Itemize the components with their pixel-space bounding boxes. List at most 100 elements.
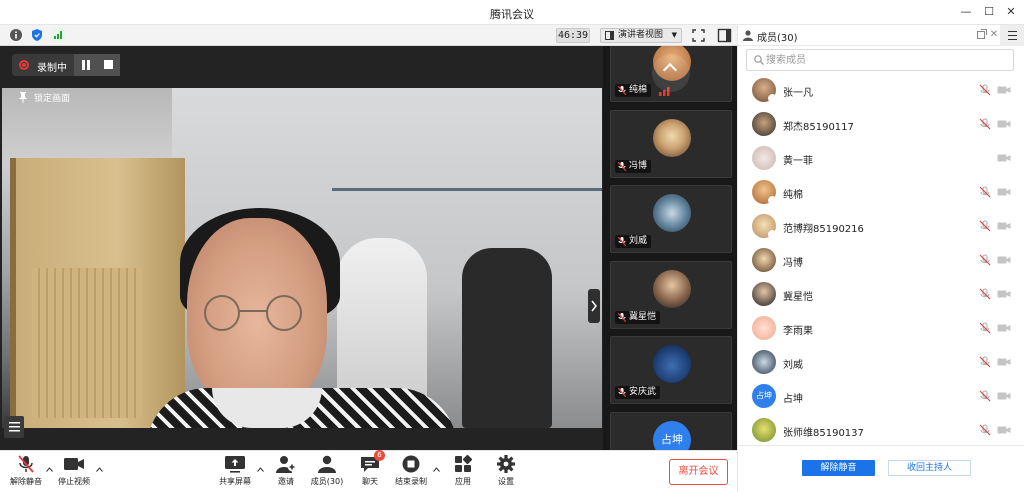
thumbnail-tile[interactable]: 冯博: [610, 110, 732, 178]
chevron-up-icon[interactable]: [433, 467, 440, 472]
apps-label: 应用: [455, 477, 471, 486]
lock-view-label: 锁定画面: [34, 94, 71, 104]
settings-button[interactable]: 设置: [493, 454, 519, 487]
thumbnail-tile[interactable]: 安庆武: [610, 336, 732, 404]
member-row[interactable]: 张师维85190137: [738, 413, 1024, 445]
member-row[interactable]: 冀星恺: [738, 277, 1024, 311]
member-row[interactable]: 郑杰85190117: [738, 107, 1024, 141]
camera-off-icon[interactable]: [997, 153, 1011, 163]
recording-label: 录制中: [37, 63, 67, 74]
camera-off-icon[interactable]: [997, 357, 1011, 367]
speaker-video[interactable]: [2, 88, 602, 428]
mic-muted-icon[interactable]: [979, 118, 991, 130]
end-recording-button[interactable]: 结束录制: [392, 454, 430, 487]
view-mode-label: 演讲者视图: [618, 30, 664, 40]
camera-off-icon[interactable]: [997, 119, 1011, 129]
member-row[interactable]: 张一凡: [738, 73, 1024, 107]
camera-off-icon[interactable]: [997, 391, 1011, 401]
mic-muted-icon[interactable]: [979, 390, 991, 402]
thumbnail-tile[interactable]: 刘威: [610, 185, 732, 253]
member-name: 纯棉: [783, 190, 803, 201]
member-row[interactable]: 黄一菲: [738, 141, 1024, 175]
member-name: 张一凡: [783, 88, 813, 99]
view-mode-dropdown[interactable]: 演讲者视图 ▼: [600, 28, 682, 43]
member-row[interactable]: 纯棉: [738, 175, 1024, 209]
chevron-up-icon[interactable]: [96, 467, 103, 472]
unmute-all-button[interactable]: 解除静音: [802, 460, 875, 476]
close-button[interactable]: ✕: [1003, 4, 1019, 20]
mic-muted-icon[interactable]: [979, 424, 991, 436]
leave-meeting-button[interactable]: 离开会议: [669, 459, 728, 485]
avatar: 占坤: [752, 384, 776, 408]
chevron-up-icon[interactable]: [46, 467, 53, 472]
mic-muted-icon: [618, 162, 626, 171]
list-toggle-handle[interactable]: [4, 416, 24, 438]
thumbnail-tile[interactable]: 冀星恺: [610, 261, 732, 329]
stop-recording-button[interactable]: [97, 54, 120, 76]
fullscreen-icon[interactable]: [691, 28, 706, 43]
camera-off-icon[interactable]: [997, 425, 1011, 435]
list-icon: [4, 416, 24, 438]
members-label: 成员(30): [310, 477, 344, 486]
search-icon: [754, 55, 764, 65]
thumbnail-name-tag: 冀星恺: [615, 311, 661, 324]
member-name: 刘威: [783, 360, 803, 371]
invite-button[interactable]: 邀请: [273, 454, 299, 487]
members-button[interactable]: 成员(30): [309, 454, 345, 487]
close-panel-icon[interactable]: ✕: [988, 29, 1000, 41]
video-bunk: [332, 188, 602, 200]
mic-muted-icon[interactable]: [979, 288, 991, 300]
expand-thumbnails-handle[interactable]: [588, 289, 600, 323]
camera-off-icon[interactable]: [997, 323, 1011, 333]
info-icon[interactable]: [9, 28, 23, 42]
meeting-timer: 46:39: [556, 28, 590, 43]
scroll-up-button[interactable]: [652, 54, 690, 92]
minimize-button[interactable]: —: [958, 4, 974, 20]
avatar: [752, 282, 776, 306]
video-glasses: [204, 295, 302, 331]
camera-off-icon[interactable]: [997, 255, 1011, 265]
member-row[interactable]: 范博翔85190216: [738, 209, 1024, 243]
chat-button[interactable]: 6 聊天: [357, 450, 385, 487]
camera-off-icon[interactable]: [997, 221, 1011, 231]
share-screen-button[interactable]: 共享屏幕: [217, 454, 253, 487]
avatar: [752, 418, 776, 442]
camera-off-icon[interactable]: [997, 85, 1011, 95]
mic-muted-icon[interactable]: [979, 254, 991, 266]
mic-muted-icon: [618, 313, 626, 322]
panel-menu-button[interactable]: [1000, 25, 1024, 46]
shield-icon[interactable]: [30, 28, 44, 42]
members-icon: [318, 455, 336, 473]
apps-button[interactable]: 应用: [450, 454, 476, 487]
member-row[interactable]: 占坤 占坤: [738, 379, 1024, 413]
stop-video-button[interactable]: 停止视频: [56, 454, 92, 487]
thumbnail-tile[interactable]: 占坤: [610, 412, 732, 450]
member-list: 张一凡 郑杰85190117 黄一菲 纯棉 范博翔85190216 冯博 冀星恺…: [738, 73, 1024, 445]
mic-muted-icon[interactable]: [979, 84, 991, 96]
sidebar-toggle-icon[interactable]: [717, 28, 732, 43]
maximize-button[interactable]: ☐: [981, 4, 997, 20]
avatar: [752, 248, 776, 272]
reclaim-host-button[interactable]: 收回主持人: [888, 460, 971, 476]
network-signal-icon[interactable]: [51, 28, 65, 42]
lock-view-button[interactable]: 锁定画面: [18, 91, 70, 104]
mic-muted-icon[interactable]: [979, 186, 991, 198]
record-dot-icon: [19, 60, 29, 70]
search-input[interactable]: [766, 53, 1006, 68]
chevron-up-icon[interactable]: [257, 467, 264, 472]
unmute-button[interactable]: 解除静音: [8, 454, 44, 487]
camera-off-icon[interactable]: [997, 289, 1011, 299]
mic-muted-icon[interactable]: [979, 356, 991, 368]
mic-muted-icon[interactable]: [979, 220, 991, 232]
avatar: [653, 119, 691, 157]
thumbnail-name: 冯博: [629, 161, 648, 171]
pause-recording-button[interactable]: [74, 54, 97, 76]
member-row[interactable]: 李雨果: [738, 311, 1024, 345]
popout-icon[interactable]: [976, 29, 988, 41]
members-panel-header: 成员(30) ✕: [738, 25, 1024, 46]
member-name: 郑杰85190117: [783, 122, 854, 133]
member-row[interactable]: 刘威: [738, 345, 1024, 379]
member-row[interactable]: 冯博: [738, 243, 1024, 277]
camera-off-icon[interactable]: [997, 187, 1011, 197]
mic-muted-icon[interactable]: [979, 322, 991, 334]
